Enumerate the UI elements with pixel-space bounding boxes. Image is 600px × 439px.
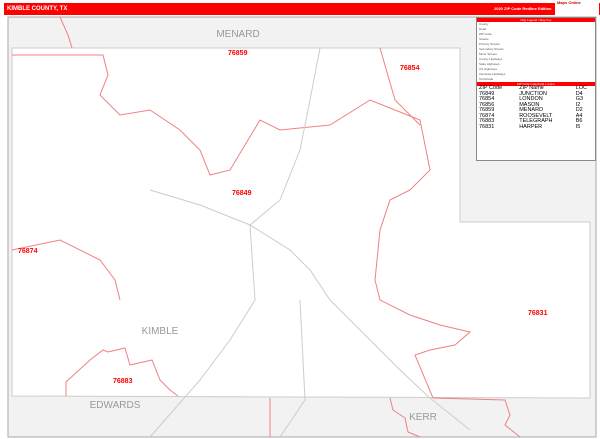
county-label-menard: MENARD bbox=[216, 29, 259, 40]
map-legend: Map Legend / Map Key County Road ZIP Cod… bbox=[476, 17, 596, 161]
zip-label: 76859 bbox=[228, 50, 248, 57]
zip-label: 76849 bbox=[232, 190, 252, 197]
zip-label: 76874 bbox=[18, 248, 38, 255]
county-label-kerr: KERR bbox=[409, 412, 437, 423]
zip-label: 76883 bbox=[113, 378, 133, 385]
zip-label: 76854 bbox=[400, 65, 420, 72]
county-label-kimble: KIMBLE bbox=[142, 326, 179, 337]
zip-label: 76831 bbox=[528, 310, 548, 317]
zip-index-table: ZIP Code ZIP Name LOC 76849 JUNCTION D4 7685… bbox=[477, 85, 595, 130]
table-row: 76831 HARPER I5 bbox=[479, 123, 581, 130]
county-label-edwards: EDWARDS bbox=[90, 400, 141, 411]
